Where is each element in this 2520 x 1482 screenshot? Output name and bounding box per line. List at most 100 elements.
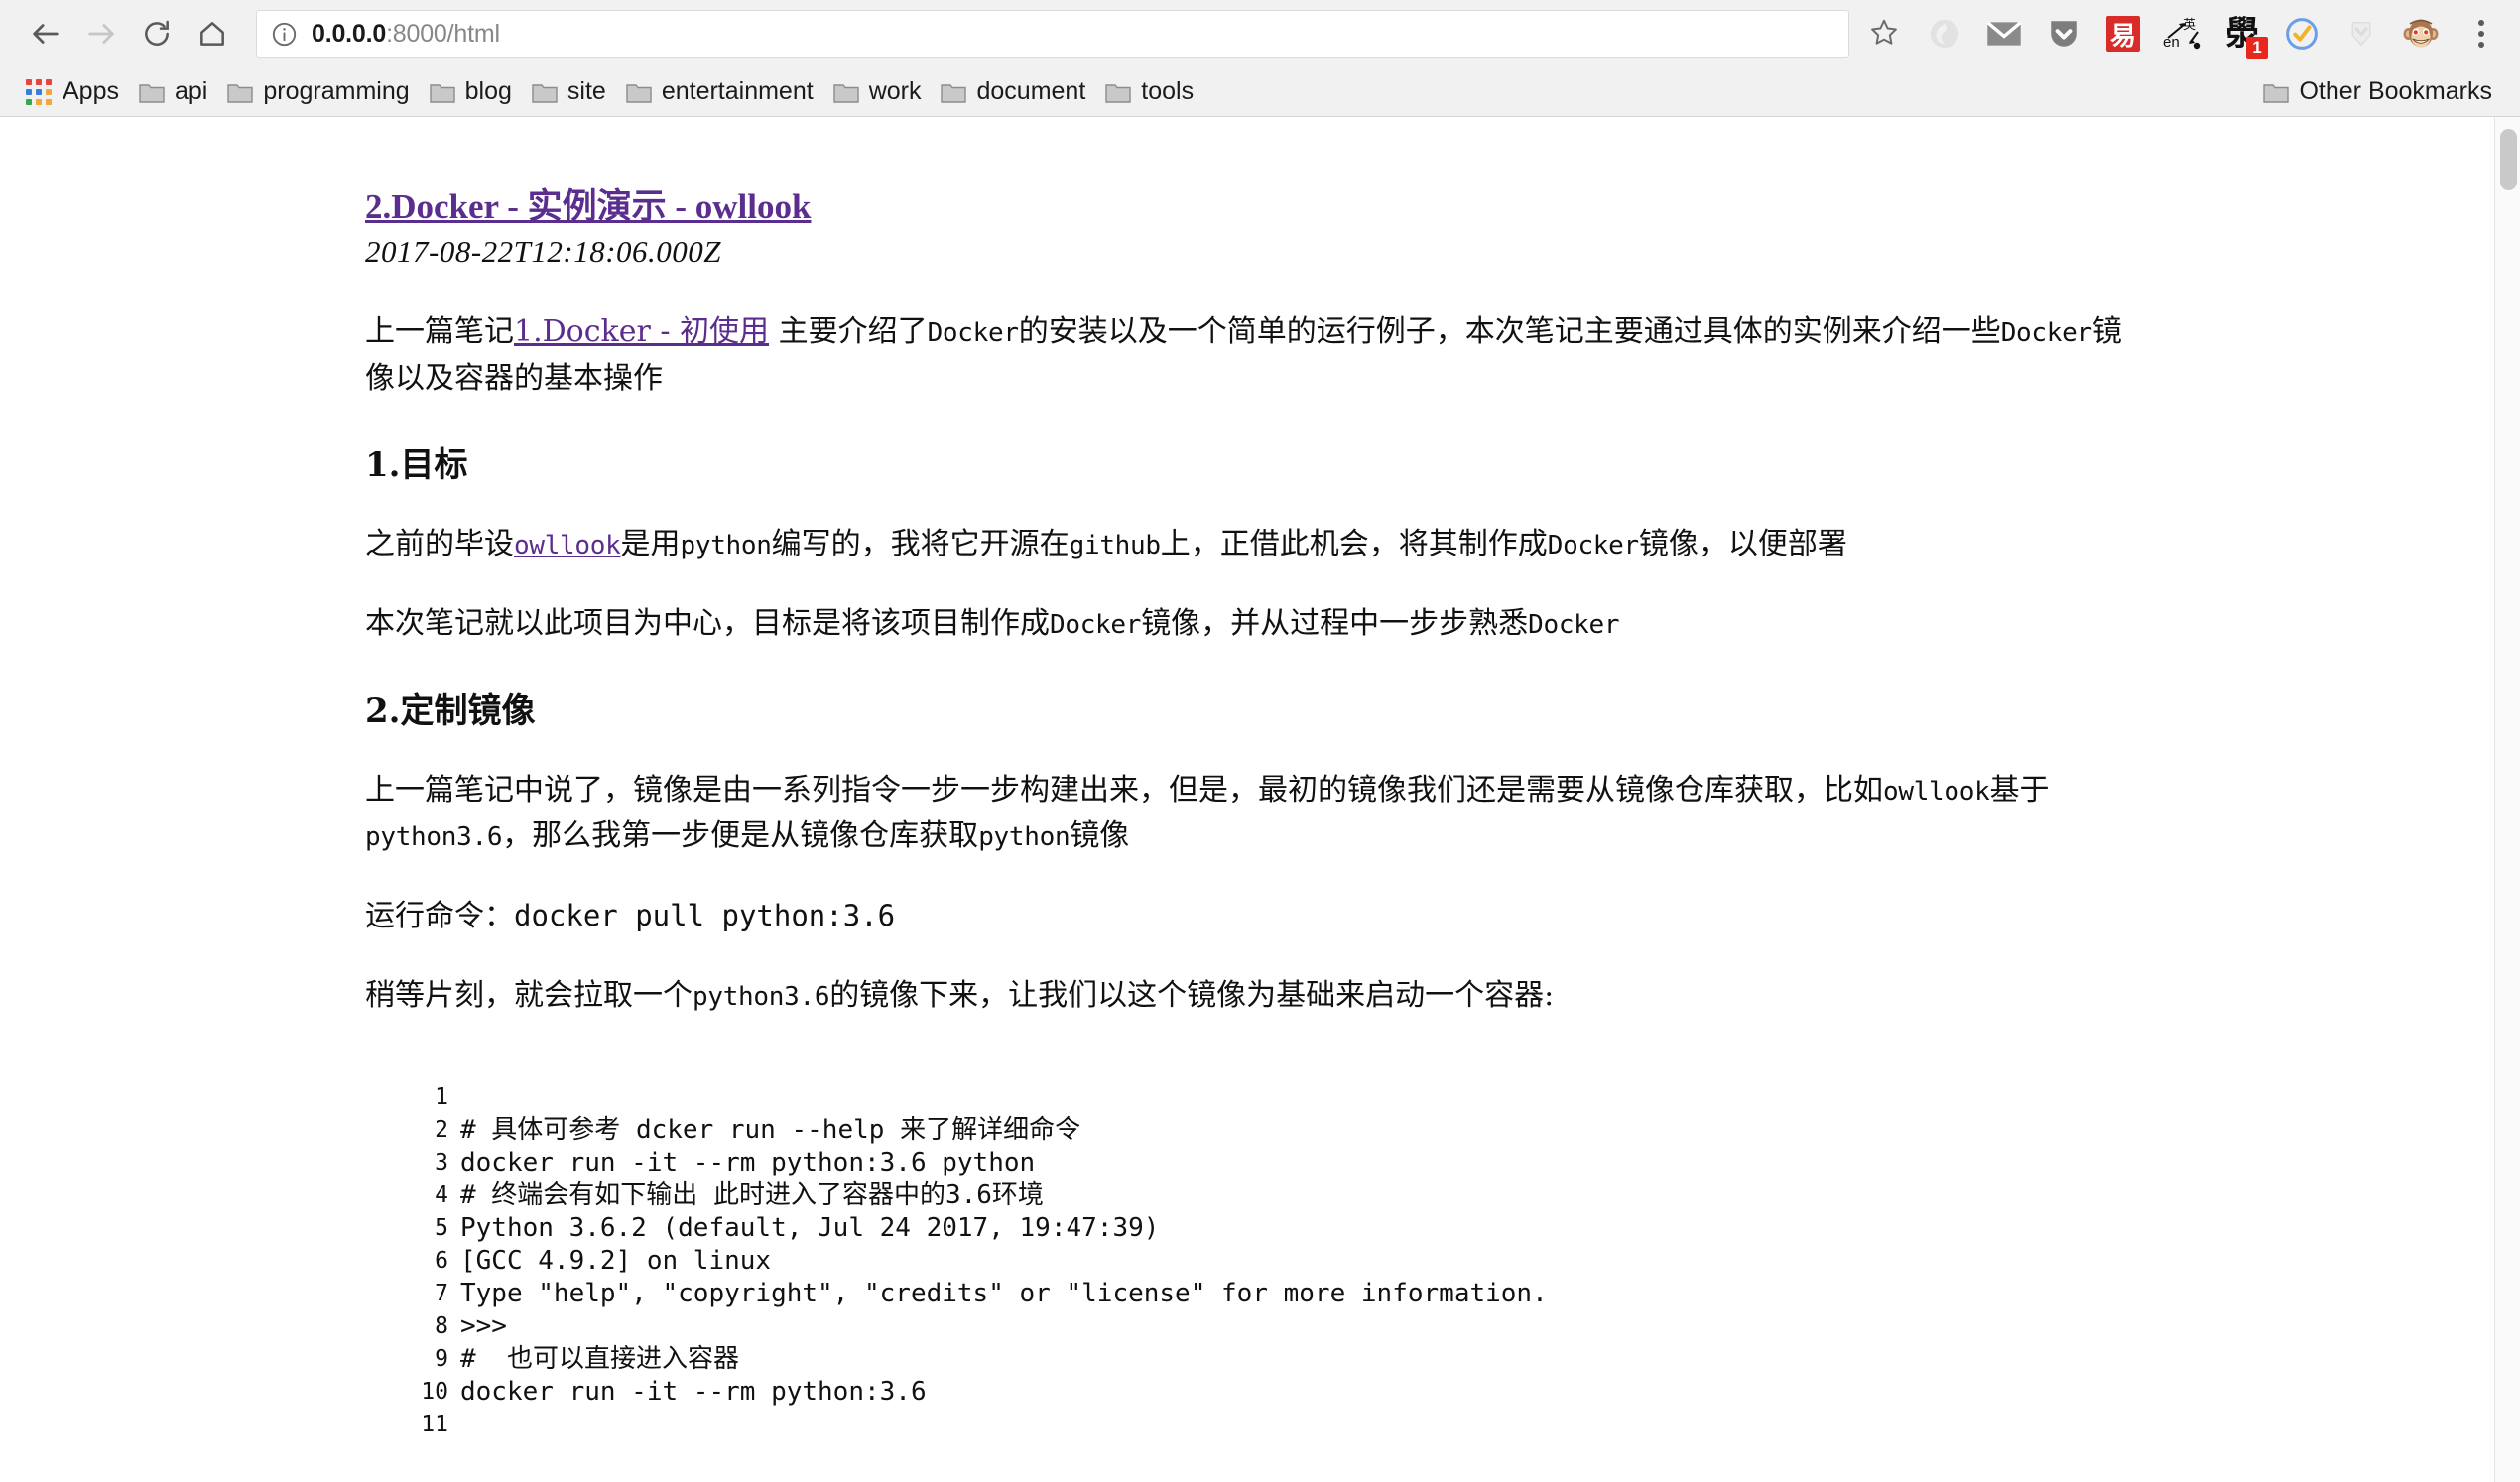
intro-prefix: 上一篇笔记 [365, 314, 514, 349]
cjk-extension-icon[interactable]: 澩 1 [2217, 9, 2268, 59]
bookmark-folder-programming[interactable]: programming [217, 72, 419, 112]
section-heading-2: 2.定制镜像 [365, 690, 536, 731]
folder-icon [429, 81, 455, 103]
line-number: 3 [435, 1149, 448, 1175]
folder-icon [941, 81, 967, 103]
youdao-dict-icon[interactable]: 易 [2098, 9, 2148, 59]
chrome-menu-button[interactable] [2457, 9, 2506, 59]
pocket-icon[interactable] [2039, 9, 2088, 59]
bookmark-folder-entertainment[interactable]: entertainment [616, 72, 823, 112]
bookmark-folder-work[interactable]: work [823, 72, 932, 112]
svg-text:英: 英 [2183, 18, 2196, 33]
line-number: 11 [421, 1411, 448, 1437]
folder-icon [227, 81, 254, 103]
info-circle-icon[interactable] [271, 21, 298, 48]
s2p1-b: 基于 [1989, 772, 2050, 807]
bookmark-folder-blog[interactable]: blog [420, 72, 522, 112]
s1p1-d: 上，正借此机会，将其制作成 [1160, 526, 1548, 561]
line-number: 5 [435, 1214, 448, 1241]
s1p2-code2: Docker [1528, 610, 1620, 641]
bookmark-folder-api[interactable]: api [129, 72, 217, 112]
home-icon [196, 18, 228, 50]
code-line-numbers: 1 2 3 4 5 6 7 8 9 10 11 [415, 1081, 460, 1441]
s1p1-e: 镜像，以便部署 [1638, 526, 1847, 561]
s1p1-code1: python [680, 530, 772, 560]
mail-icon[interactable] [1979, 9, 2029, 59]
bookmark-apps[interactable]: Apps [16, 72, 129, 112]
line-number: 1 [435, 1083, 448, 1110]
s1p2-a: 本次笔记就以此项目为中心，目标是将该项目制作成 [365, 606, 1050, 642]
other-bookmarks-label: Other Bookmarks [2299, 77, 2492, 105]
s2p1-d: 镜像 [1070, 818, 1130, 854]
code-line: >>> [460, 1310, 507, 1341]
s1p1-code3: Docker [1547, 530, 1639, 560]
folder-icon [2263, 81, 2290, 103]
code-line: docker run -it --rm python:3.6 python [460, 1147, 1036, 1177]
line-number: 2 [435, 1116, 448, 1143]
bookmarks-bar: Apps api programming blog site entertain… [0, 67, 2520, 117]
s1p2-b: 镜像，并从过程中一步步熟悉 [1141, 606, 1529, 642]
bookmark-folder-site[interactable]: site [522, 72, 616, 112]
scrollbar-thumb[interactable] [2500, 129, 2517, 190]
back-button[interactable] [18, 6, 73, 62]
s1p1-b: 是用 [620, 526, 681, 561]
section2-paragraph-3: 稍等片刻，就会拉取一个python3.6的镜像下来，让我们以这个镜像为基础来启动… [365, 973, 2151, 1020]
section1-paragraph-1: 之前的毕设owllook是用python编写的，我将它开源在github上，正借… [365, 522, 2151, 568]
bookmark-label: programming [263, 77, 410, 105]
post-date: 2017-08-22T12:18:06.000Z [365, 234, 722, 269]
run-command-code: docker pull python:3.6 [514, 898, 896, 932]
post-title-wrapper: 2.Docker - 实例演示 - owllook [365, 186, 2151, 228]
forward-button [73, 6, 129, 62]
youdao-glyph: 易 [2106, 16, 2140, 52]
bookmark-label: tools [1141, 77, 1195, 105]
code-line: # 具体可参考 dcker run --help 来了解详细命令 [460, 1114, 1081, 1145]
apps-grid-icon [26, 78, 52, 105]
code-line: [GCC 4.9.2] on linux [460, 1245, 772, 1276]
folder-icon [626, 81, 652, 103]
bookmark-folder-document[interactable]: document [931, 72, 1095, 112]
page-viewport: 2.Docker - 实例演示 - owllook 2017-08-22T12:… [0, 117, 2520, 1482]
star-icon [1869, 17, 1899, 52]
translate-icon[interactable]: en 英 [2158, 9, 2207, 59]
code-block: 1 2 3 4 5 6 7 8 9 10 11 # 具体可参考 dcker ru… [415, 1081, 2151, 1441]
code-line: docker run -it --rm python:3.6 [460, 1376, 927, 1407]
section2-run-command: 运行命令：docker pull python:3.6 [365, 894, 2151, 940]
s2p1-code1: owllook [1883, 776, 1990, 806]
bookmark-star-button[interactable] [1859, 9, 1909, 59]
page-scrollbar[interactable] [2494, 117, 2520, 1482]
url-host: 0.0.0.0 [312, 19, 387, 48]
s2p3-a: 稍等片刻，就会拉取一个 [365, 978, 693, 1014]
code-lines[interactable]: # 具体可参考 dcker run --help 来了解详细命令 docker … [460, 1081, 2151, 1441]
code-line: # 也可以直接进入容器 [460, 1343, 739, 1374]
s1p2-code1: Docker [1050, 610, 1142, 641]
bookmark-apps-label: Apps [63, 77, 119, 105]
s2p1-code3: python [978, 822, 1071, 853]
other-bookmarks-folder[interactable]: Other Bookmarks [2253, 72, 2502, 112]
bookmark-folder-tools[interactable]: tools [1095, 72, 1203, 112]
s2p3-code: python3.6 [693, 982, 830, 1013]
reload-button[interactable] [129, 6, 185, 62]
menu-dot [2478, 42, 2484, 48]
url-path: :8000/html [386, 19, 500, 48]
line-number: 8 [435, 1312, 448, 1339]
line-number: 9 [435, 1345, 448, 1372]
bookmark-label: work [868, 77, 922, 105]
owllook-link[interactable]: owllook [514, 531, 621, 560]
home-button[interactable] [185, 6, 240, 62]
s2p3-b: 的镜像下来，让我们以这个镜像为基础来启动一个容器: [829, 978, 1555, 1014]
line-number: 4 [435, 1181, 448, 1208]
post-title-link[interactable]: 2.Docker - 实例演示 - owllook [365, 187, 811, 226]
prev-note-link[interactable]: 1.Docker - 初使用 [514, 314, 769, 349]
bookmark-label: document [976, 77, 1086, 105]
s2p1-a: 上一篇笔记中说了，镜像是由一系列指令一步一步构建出来，但是，最初的镜像我们还是需… [365, 772, 1883, 807]
run-command-label: 运行命令： [365, 898, 514, 933]
address-bar[interactable]: 0.0.0.0:8000/html [256, 10, 1849, 58]
pocket-alt-icon[interactable] [1920, 9, 1969, 59]
line-number: 7 [435, 1280, 448, 1306]
checkmark-circle-icon[interactable] [2277, 9, 2327, 59]
chevron-down-extension-icon[interactable] [2336, 9, 2386, 59]
line-number: 6 [435, 1247, 448, 1274]
url-text: 0.0.0.0:8000/html [312, 20, 500, 49]
monkey-icon[interactable] [2396, 9, 2446, 59]
